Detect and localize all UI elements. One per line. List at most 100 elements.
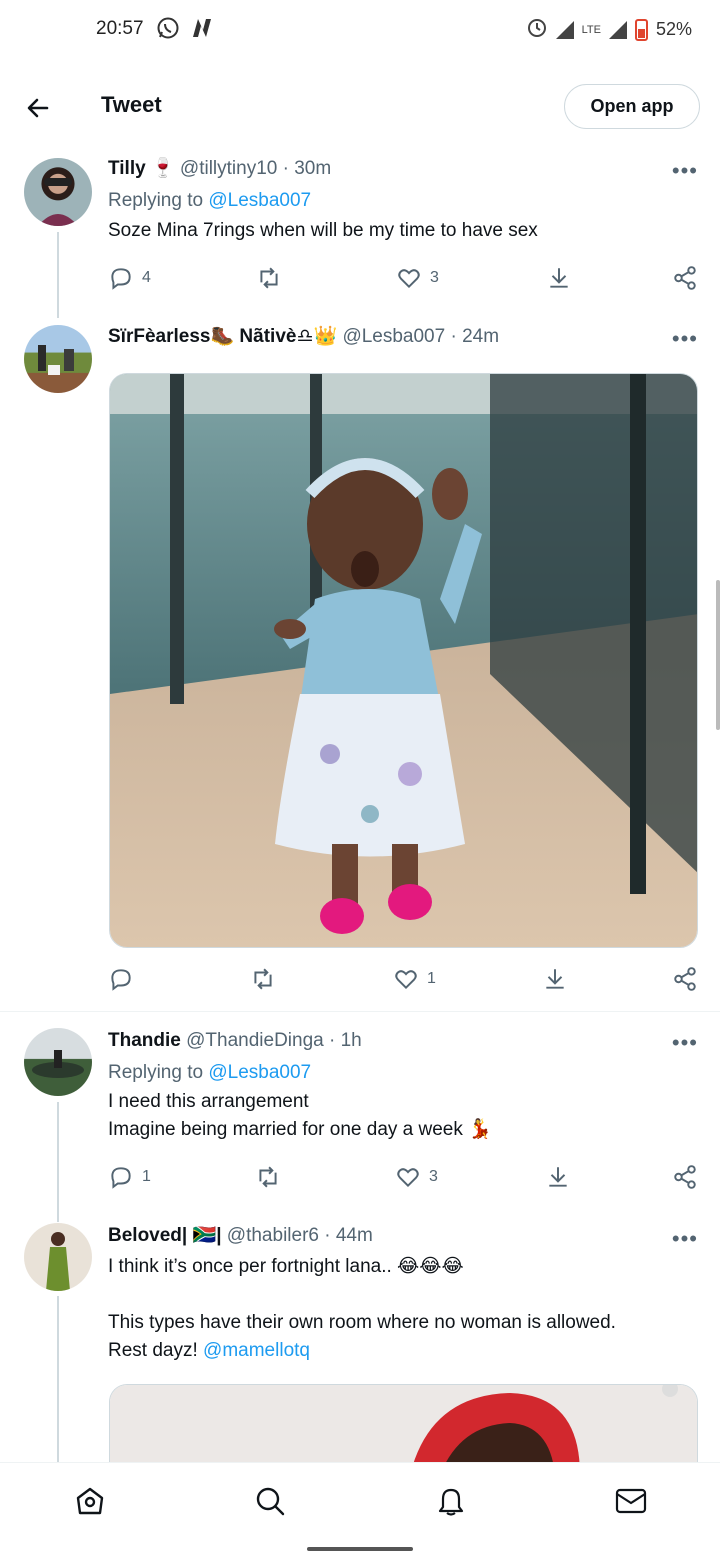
tweet-photo[interactable] [109,373,698,948]
mention-link[interactable]: @Lesba007 [208,190,311,211]
notifications-button[interactable] [431,1481,471,1521]
mention-link[interactable]: @mamellotq [203,1340,310,1361]
tweet-text-line: Rest dayz! @mamellotq [108,1340,310,1361]
more-options-icon[interactable]: ••• [672,326,698,352]
name-emoji-2: ♎👑 [296,326,338,347]
alarm-icon [526,16,548,43]
thread-line [57,1102,59,1222]
retweet-icon [259,1166,277,1188]
heart-icon [395,970,417,990]
display-name[interactable]: Tilly [108,158,146,179]
text-emoji: 💃 [468,1119,492,1140]
name-emoji: 🥾 [210,326,235,347]
tweet[interactable]: Beloved| 🇿🇦| @thabiler6 · 44m I think it… [0,1218,720,1474]
handle-time: @ThandieDinga · 1h [186,1030,362,1051]
replying-to: Replying to @Lesba007 [108,1062,312,1083]
handle-time: @thabiler6 · 44m [226,1225,373,1246]
reply-icon [111,969,131,991]
mention-link[interactable]: @Lesba007 [208,1062,311,1083]
handle-time: @Lesba007 · 24m [342,326,500,347]
divider [0,1011,720,1012]
signal-icon [555,20,574,39]
share-icon [674,266,696,290]
replying-to: Replying to @Lesba007 [108,190,312,211]
download-icon [550,268,568,288]
search-icon [256,1487,285,1516]
download-button[interactable] [545,1164,571,1190]
avatar[interactable] [24,325,92,393]
share-icon [674,967,696,991]
text-emoji: 😂😂😂 [397,1256,464,1277]
tweet-text-line: I think it’s once per fortnight lana.. 😂… [108,1256,464,1277]
messages-icon [615,1488,647,1514]
battery-percent: 52% [655,19,692,39]
share-button[interactable] [672,966,698,992]
display-name[interactable]: SïrFèarless [108,326,210,347]
handle-time: @tillytiny10 · 30m [179,158,332,179]
reply-count: 4 [142,269,151,286]
more-options-icon[interactable]: ••• [672,158,698,184]
search-button[interactable] [250,1481,290,1521]
retweet-button[interactable] [256,265,282,291]
share-button[interactable] [672,1164,698,1190]
more-options-icon[interactable]: ••• [672,1226,698,1252]
back-button[interactable] [20,90,56,126]
display-name-2[interactable]: Nãtivè [239,326,296,347]
open-app-button[interactable]: Open app [564,84,700,129]
heart-icon [397,1168,419,1188]
avatar[interactable] [24,158,92,226]
reply-count: 1 [142,1168,151,1185]
tweet-actions: 1 [108,966,698,996]
share-button[interactable] [672,265,698,291]
tweet-text: Soze Mina 7rings when will be my time to… [108,220,538,241]
retweet-button[interactable] [255,1164,281,1190]
status-bar: 20:57 LTE 52% [0,0,720,60]
reply-icon [111,268,131,290]
retweet-icon [254,968,272,990]
status-right-icons: LTE 52% [526,16,692,43]
retweet-icon [260,267,278,289]
home-button[interactable] [70,1481,110,1521]
avatar[interactable] [24,1028,92,1096]
like-count: 1 [427,970,436,987]
messages-button[interactable] [611,1481,651,1521]
more-options-icon[interactable]: ••• [672,1030,698,1056]
top-app-bar: Tweet Open app [0,70,720,142]
bottom-navigation [0,1462,720,1538]
tweet-actions: 1 3 [108,1164,698,1194]
gesture-bar[interactable] [307,1547,413,1551]
tweet-actions: 4 3 [108,265,698,295]
display-name[interactable]: Beloved| [108,1225,187,1246]
display-name[interactable]: Thandie [108,1030,181,1051]
thread-line [57,1296,59,1466]
tweet[interactable]: Thandie @ThandieDinga · 1h Replying to @… [0,1022,720,1222]
status-time: 20:57 [96,18,144,39]
like-button[interactable]: 3 [395,1164,438,1190]
home-icon [76,1487,104,1515]
like-button[interactable]: 3 [396,265,439,291]
share-icon [674,1165,696,1189]
avatar[interactable] [24,1223,92,1291]
like-button[interactable]: 1 [393,966,436,992]
like-count: 3 [429,1168,438,1185]
signal-icon-2 [608,20,627,39]
tweet-text-line: Imagine being married for one day a week… [108,1119,492,1140]
reply-button[interactable]: 4 [108,265,151,291]
reply-button[interactable]: 1 [108,1164,151,1190]
retweet-button[interactable] [250,966,276,992]
tweet[interactable]: Tilly 🍷 @tillytiny10 · 30m Replying to @… [0,150,720,318]
lte-icon: LTE [581,23,601,36]
download-icon [546,969,564,989]
battery-icon [634,18,648,41]
tweet-text-line: This types have their own room where no … [108,1312,616,1333]
scrollbar[interactable] [716,580,720,730]
n-app-icon [190,16,214,45]
tweet[interactable]: SïrFèarless🥾 Nãtivè♎👑 @Lesba007 · 24m ••… [0,318,720,1008]
reply-icon [111,1167,131,1189]
download-button[interactable] [546,265,572,291]
reply-button[interactable] [108,966,134,992]
name-emoji: 🍷 [150,158,175,179]
status-left-icons [156,16,214,45]
download-button[interactable] [542,966,568,992]
tweet-photo[interactable] [109,1384,698,1474]
